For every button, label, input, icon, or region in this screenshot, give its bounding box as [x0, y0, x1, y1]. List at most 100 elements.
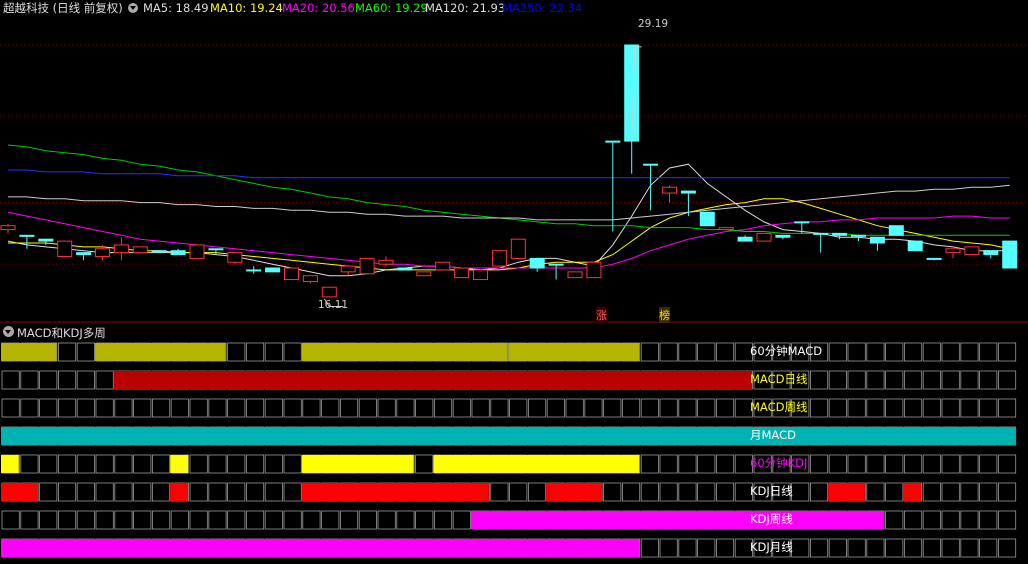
row-label-kdj-monthly: KDJ月线	[750, 540, 793, 554]
panel-cell	[922, 454, 941, 474]
panel-cell	[885, 538, 904, 558]
panel-cell	[58, 454, 77, 474]
candle-body	[473, 269, 488, 281]
panel-cell	[885, 482, 904, 502]
panel-cell	[885, 454, 904, 474]
panel-segment	[471, 511, 884, 529]
panel-cell	[264, 342, 283, 362]
panel-cell	[979, 538, 998, 558]
panel-cell	[58, 370, 77, 390]
panel-segment	[301, 343, 508, 361]
panel-cell	[114, 482, 133, 502]
candle-body	[945, 248, 961, 254]
candle-body	[397, 267, 413, 271]
panel-cell	[979, 482, 998, 502]
zhang-marker[interactable]: 涨	[596, 307, 607, 323]
panel-cell	[659, 454, 678, 474]
candle-body	[340, 265, 356, 273]
panel-cell	[39, 510, 58, 530]
panel-segment	[903, 483, 922, 501]
panel-cell	[264, 454, 283, 474]
panel-segment	[301, 455, 414, 473]
panel-cell	[189, 454, 208, 474]
panel-segment	[1, 455, 19, 473]
row-label-macd-monthly: 月MACD	[750, 428, 796, 442]
panel-cell	[227, 398, 246, 418]
panel-cell	[415, 454, 434, 474]
row-label-kdj-weekly: KDJ周线	[750, 512, 793, 526]
panel-cell	[885, 342, 904, 362]
panel-cell	[170, 510, 189, 530]
panel-cell	[133, 398, 152, 418]
panel-cell	[810, 538, 829, 558]
panel-cell	[922, 398, 941, 418]
panel-segment	[113, 371, 753, 389]
panel-cell	[264, 482, 283, 502]
panel-cell	[95, 454, 114, 474]
panel-cell	[697, 398, 716, 418]
row-label-60min-kdj: 60分钟KDJ	[750, 456, 808, 470]
candle-body	[246, 269, 262, 272]
panel-cell	[245, 342, 265, 362]
panel-cell	[904, 370, 923, 390]
panel-cell	[979, 342, 998, 362]
candle-body	[605, 140, 621, 143]
panel-segment	[170, 483, 188, 501]
panel-cell	[922, 342, 941, 362]
panel-cell	[640, 454, 659, 474]
high-price-label: 29.19	[638, 18, 669, 30]
panel-cell	[114, 454, 133, 474]
panel-cell	[245, 398, 265, 418]
panel-cell	[904, 510, 923, 530]
panel-cell	[302, 510, 321, 530]
panel-cell	[847, 538, 866, 558]
panel-cell	[904, 398, 923, 418]
panel-cell	[528, 482, 547, 502]
candle-body	[964, 246, 980, 256]
panel-cell	[452, 510, 471, 530]
panel-cell	[847, 370, 866, 390]
indicator-panel-title[interactable]: MACD和KDJ多周	[17, 325, 106, 341]
candle-body	[718, 227, 734, 231]
panel-cell	[866, 482, 885, 502]
panel-cell	[828, 398, 847, 418]
panel-cell	[95, 482, 114, 502]
panel-cell	[979, 398, 998, 418]
panel-cell	[979, 370, 998, 390]
panel-cell	[998, 454, 1017, 474]
panel-cell	[716, 398, 735, 418]
panel-cell	[227, 342, 246, 362]
panel-cell	[189, 510, 208, 530]
panel-cell	[904, 538, 923, 558]
row-label-macd-weekly: MACD周线	[750, 400, 808, 414]
bang-marker[interactable]: 榜	[659, 307, 670, 323]
panel-cell	[151, 454, 171, 474]
panel-cell	[603, 482, 622, 502]
panel-segment	[508, 343, 640, 361]
panel-cell	[941, 538, 960, 558]
panel-cell	[960, 454, 979, 474]
panel-cell	[659, 398, 678, 418]
panel-cell	[697, 342, 716, 362]
candlestick-chart[interactable]	[0, 0, 1028, 564]
panel-cell	[810, 454, 829, 474]
panel-cell	[58, 342, 77, 362]
candle-body	[0, 225, 16, 231]
panel-cell	[866, 370, 885, 390]
panel-cell	[1, 370, 20, 390]
panel-cell	[133, 454, 152, 474]
ma250-line	[8, 169, 1010, 179]
panel-cell	[998, 538, 1017, 558]
panel-cell	[678, 398, 697, 418]
panel-cell	[697, 482, 716, 502]
panel-cell	[302, 398, 321, 418]
panel-cell	[922, 510, 941, 530]
panel-cell	[39, 370, 58, 390]
panel-cell	[471, 398, 490, 418]
candle-body	[227, 252, 243, 263]
panel-cell	[283, 342, 302, 362]
panel-cell	[941, 342, 960, 362]
panel-cell	[678, 538, 697, 558]
panel-dropdown-icon[interactable]	[3, 326, 14, 337]
panel-segment	[1, 483, 38, 501]
